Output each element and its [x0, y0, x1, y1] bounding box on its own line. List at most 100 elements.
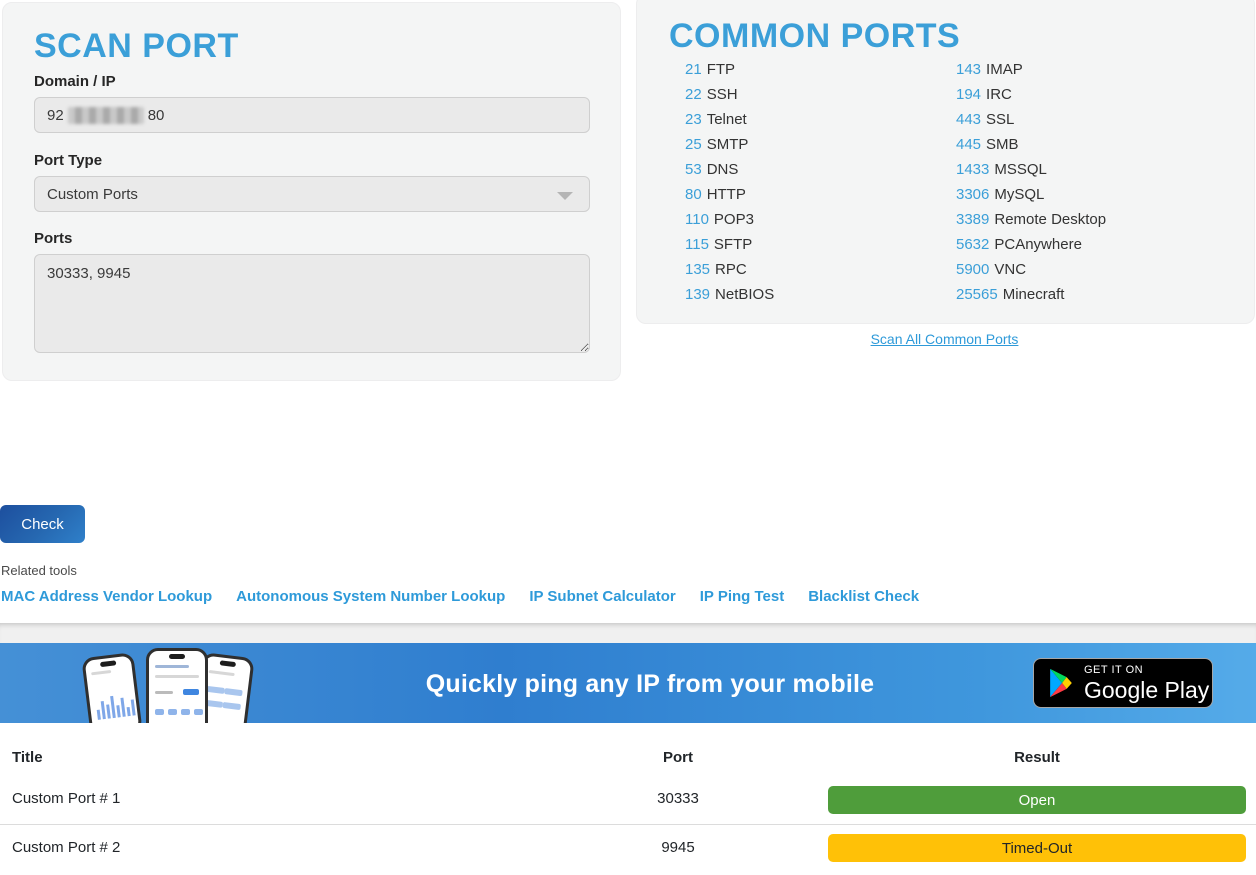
common-port-number-link[interactable]: 135 — [685, 261, 710, 278]
google-play-badge-text: GET IT ON Google Play — [1084, 665, 1209, 702]
common-port-number-link[interactable]: 3389 — [956, 211, 989, 228]
common-port-name: IRC — [986, 86, 1012, 103]
check-button[interactable]: Check — [0, 505, 85, 543]
port-type-select[interactable]: Custom Ports — [34, 176, 590, 212]
scan-all-common-ports-link[interactable]: Scan All Common Ports — [871, 331, 1019, 347]
common-port-item: 3389 Remote Desktop — [956, 207, 1106, 232]
common-port-name: FTP — [707, 61, 735, 78]
phone-notch — [220, 660, 236, 667]
common-port-item: 135 RPC — [685, 257, 774, 282]
common-ports-column-1: 21 FTP 22 SSH 23Telnet 25 SMTP 53 DNS 80 HTTP… — [685, 57, 774, 307]
related-tools-links: MAC Address Vendor Lookup Autonomous Sys… — [1, 588, 919, 605]
common-port-item: 110 POP3 — [685, 207, 774, 232]
common-port-number-link[interactable]: 443 — [956, 111, 981, 128]
common-port-number-link[interactable]: 25 — [685, 136, 702, 153]
common-port-name: DNS — [707, 161, 739, 178]
common-port-name: MSSQL — [994, 161, 1047, 178]
common-port-name: HTTP — [707, 186, 746, 203]
google-play-label: Google Play — [1084, 679, 1209, 702]
common-port-name: IMAP — [986, 61, 1023, 78]
redacted-ip-blur — [68, 107, 144, 124]
common-port-number-link[interactable]: 1433 — [956, 161, 989, 178]
ports-textarea[interactable]: 30333, 9945 — [34, 254, 590, 353]
common-port-item: 21 FTP — [685, 57, 774, 82]
common-port-item: 143 IMAP — [956, 57, 1106, 82]
common-port-item: 5900 VNC — [956, 257, 1106, 282]
common-port-number-link[interactable]: 21 — [685, 61, 702, 78]
common-ports-title: COMMON PORTS — [669, 17, 960, 56]
common-port-number-link[interactable]: 3306 — [956, 186, 989, 203]
get-it-on-label: GET IT ON — [1084, 665, 1209, 676]
common-port-name: POP3 — [714, 211, 754, 228]
common-port-item: 194 IRC — [956, 82, 1106, 107]
banner-headline: Quickly ping any IP from your mobile — [320, 670, 980, 699]
phone-mockup-center — [146, 648, 208, 723]
link-ip-ping-test[interactable]: IP Ping Test — [700, 588, 784, 605]
scan-all-common-ports-wrapper: Scan All Common Ports — [636, 331, 1253, 347]
common-port-name: RPC — [715, 261, 747, 278]
result-row-title: Custom Port # 1 — [12, 790, 120, 807]
common-port-item: 23Telnet — [685, 107, 774, 132]
common-port-name: VNC — [994, 261, 1026, 278]
common-port-number-link[interactable]: 115 — [685, 236, 709, 253]
common-port-number-link[interactable]: 80 — [685, 186, 702, 203]
common-port-number-link[interactable]: 194 — [956, 86, 981, 103]
common-port-name: SMB — [986, 136, 1019, 153]
common-port-item: 5632 PCAnywhere — [956, 232, 1106, 257]
common-port-number-link[interactable]: 5632 — [956, 236, 989, 253]
common-port-name: SMTP — [707, 136, 749, 153]
result-row-port: 9945 — [600, 839, 756, 856]
common-port-item: 1433 MSSQL — [956, 157, 1106, 182]
common-port-name: SFTP — [714, 236, 752, 253]
common-port-name: PCAnywhere — [994, 236, 1082, 253]
link-blacklist-check[interactable]: Blacklist Check — [808, 588, 919, 605]
phone-notch — [100, 660, 116, 667]
common-port-item: 25565 Minecraft — [956, 282, 1106, 307]
common-port-number-link[interactable]: 53 — [685, 161, 702, 178]
link-ip-subnet-calculator[interactable]: IP Subnet Calculator — [529, 588, 675, 605]
domain-ip-label: Domain / IP — [34, 73, 116, 90]
common-port-number-link[interactable]: 25565 — [956, 286, 998, 303]
common-port-name: Minecraft — [1003, 286, 1065, 303]
domain-value-prefix: 92 — [47, 107, 64, 124]
port-type-label: Port Type — [34, 152, 102, 169]
related-tools-heading: Related tools — [1, 563, 77, 578]
common-port-name: SSH — [707, 86, 738, 103]
column-header-title: Title — [12, 749, 43, 766]
status-badge-timed-out: Timed-Out — [828, 834, 1246, 862]
common-port-name: Remote Desktop — [994, 211, 1106, 228]
common-ports-panel: COMMON PORTS 21 FTP 22 SSH 23Telnet 25 SMTP… — [636, 0, 1255, 324]
link-autonomous-system-number-lookup[interactable]: Autonomous System Number Lookup — [236, 588, 505, 605]
common-ports-column-2: 143 IMAP 194 IRC 443SSL 445 SMB 1433 MSSQL 3… — [956, 57, 1106, 307]
common-port-item: 25 SMTP — [685, 132, 774, 157]
common-port-item: 22 SSH — [685, 82, 774, 107]
port-type-selected-value: Custom Ports — [47, 186, 138, 203]
common-port-number-link[interactable]: 445 — [956, 136, 981, 153]
common-port-number-link[interactable]: 143 — [956, 61, 981, 78]
phone-mockup-left — [81, 652, 142, 723]
common-port-item: 445 SMB — [956, 132, 1106, 157]
column-header-result: Result — [828, 749, 1246, 766]
result-row-title: Custom Port # 2 — [12, 839, 120, 856]
column-header-port: Port — [600, 749, 756, 766]
common-port-item: 80 HTTP — [685, 182, 774, 207]
common-port-name: NetBIOS — [715, 286, 774, 303]
common-port-item: 3306MySQL — [956, 182, 1106, 207]
common-port-number-link[interactable]: 110 — [685, 211, 709, 228]
chevron-down-icon — [557, 192, 573, 200]
common-port-item: 443SSL — [956, 107, 1106, 132]
table-row-divider — [0, 824, 1256, 825]
google-play-badge[interactable]: GET IT ON Google Play — [1033, 658, 1213, 708]
common-port-number-link[interactable]: 23 — [685, 111, 702, 128]
domain-value-suffix: 80 — [148, 107, 165, 124]
google-play-icon — [1048, 668, 1074, 698]
common-port-item: 115 SFTP — [685, 232, 774, 257]
common-port-number-link[interactable]: 5900 — [956, 261, 989, 278]
domain-ip-input[interactable]: 92 80 — [34, 97, 590, 133]
section-divider-band — [0, 623, 1256, 643]
link-mac-address-vendor-lookup[interactable]: MAC Address Vendor Lookup — [1, 588, 212, 605]
common-port-number-link[interactable]: 139 — [685, 286, 710, 303]
mini-bar-chart — [95, 693, 135, 719]
common-port-number-link[interactable]: 22 — [685, 86, 702, 103]
common-port-item: 139 NetBIOS — [685, 282, 774, 307]
